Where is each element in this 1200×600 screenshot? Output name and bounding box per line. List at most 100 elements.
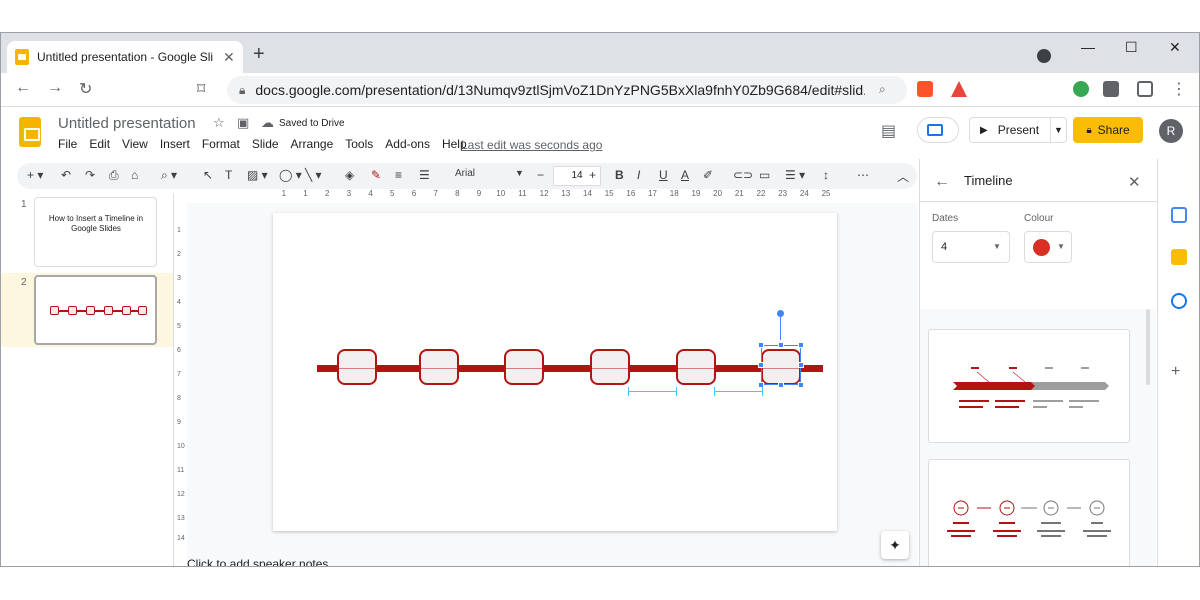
timeline-template-arrow[interactable] — [928, 329, 1130, 443]
wallet-icon[interactable] — [1137, 81, 1153, 97]
menu-insert[interactable]: Insert — [160, 137, 190, 151]
minimize-icon[interactable]: — — [1081, 39, 1095, 55]
timeline-node[interactable] — [504, 349, 544, 385]
timeline-node[interactable] — [337, 349, 377, 385]
print-icon[interactable]: ⎙ — [109, 168, 119, 183]
resize-handle[interactable] — [758, 342, 764, 348]
url-field[interactable]: 🔒︎ docs.google.com/presentation/d/13Numq… — [227, 76, 907, 104]
last-edit-link[interactable]: Last edit was seconds ago — [461, 138, 602, 152]
menu-arrange[interactable]: Arrange — [291, 137, 334, 151]
new-tab-icon[interactable]: + — [253, 43, 265, 66]
menu-tools[interactable]: Tools — [345, 137, 373, 151]
resize-handle[interactable] — [798, 362, 804, 368]
new-slide-icon[interactable]: + ▾ — [27, 168, 43, 182]
rotate-handle[interactable] — [777, 310, 784, 317]
timeline-node[interactable] — [590, 349, 630, 385]
textbox-icon[interactable]: T — [225, 168, 232, 182]
bookmark-icon[interactable]: ⌑ — [197, 79, 205, 99]
image-icon[interactable]: ▨ ▾ — [247, 168, 268, 182]
star-icon[interactable]: ☆ — [213, 115, 225, 131]
share-button[interactable]: 🔒︎ Share — [1073, 117, 1143, 143]
border-dash-icon[interactable]: ☰ — [419, 168, 430, 182]
timeline-template-circles[interactable] — [928, 459, 1130, 566]
resize-handle[interactable] — [758, 362, 764, 368]
paint-format-icon[interactable]: ⌂ — [131, 168, 138, 182]
keep-icon[interactable] — [1171, 249, 1187, 265]
redo-icon[interactable]: ↷ — [85, 168, 95, 182]
browser-tab[interactable]: Untitled presentation - Google Sli ✕ — [7, 41, 243, 73]
brave-shield-icon[interactable] — [917, 81, 933, 97]
move-folder-icon[interactable]: ▣ — [237, 115, 249, 131]
back-arrow-icon[interactable]: ← — [934, 173, 950, 191]
slide-thumbnail-1[interactable]: How to Insert a Timeline in Google Slide… — [34, 197, 157, 267]
slides-logo-icon[interactable] — [19, 117, 41, 147]
resize-handle[interactable] — [758, 382, 764, 388]
border-color-icon[interactable]: ✎ — [371, 168, 381, 182]
resize-handle[interactable] — [778, 382, 784, 388]
colour-select[interactable]: ▼ — [1024, 231, 1072, 263]
decrease-font-icon[interactable]: − — [537, 168, 544, 182]
resize-handle[interactable] — [798, 342, 804, 348]
brave-rewards-icon[interactable] — [951, 81, 967, 97]
present-button[interactable]: ▶ Present ▼ — [969, 117, 1067, 143]
comment-history-icon[interactable]: ▤ — [881, 121, 896, 141]
avatar[interactable]: R — [1159, 119, 1183, 143]
close-window-icon[interactable]: ✕ — [1169, 39, 1181, 56]
collapse-toolbar-icon[interactable]: ︿ — [897, 168, 909, 185]
shape-icon[interactable]: ◯ ▾ — [279, 168, 302, 182]
slide-thumbnail-2[interactable] — [34, 275, 157, 345]
select-icon[interactable]: ↖ — [203, 168, 213, 182]
reload-icon[interactable]: ↻ — [79, 79, 92, 99]
timeline-bar[interactable] — [317, 365, 823, 372]
fill-color-icon[interactable]: ◈ — [345, 168, 354, 182]
italic-icon[interactable]: I — [637, 168, 640, 182]
menu-view[interactable]: View — [122, 137, 148, 151]
menu-edit[interactable]: Edit — [89, 137, 110, 151]
line-spacing-icon[interactable]: ↕ — [823, 168, 829, 182]
add-addon-icon[interactable]: + — [1171, 363, 1187, 380]
undo-icon[interactable]: ↶ — [61, 168, 71, 182]
link-icon[interactable]: ⊂⊃ — [733, 168, 753, 182]
calendar-icon[interactable] — [1171, 207, 1187, 223]
maximize-icon[interactable]: ☐ — [1125, 39, 1138, 56]
slide-canvas[interactable] — [273, 213, 837, 531]
dates-select[interactable]: 4 ▼ — [932, 231, 1010, 263]
speaker-notes[interactable]: Click to add speaker notes — [187, 557, 328, 566]
menu-file[interactable]: File — [58, 137, 77, 151]
cloud-icon[interactable]: ☁ — [261, 115, 274, 131]
profile-icon[interactable] — [1037, 49, 1051, 63]
back-icon[interactable]: ← — [15, 79, 31, 97]
border-weight-icon[interactable]: ≡ — [395, 168, 402, 182]
comment-icon[interactable]: ▭ — [759, 168, 770, 182]
zoom-icon[interactable]: ⌕ — [879, 82, 886, 97]
menu-icon[interactable]: ⋮ — [1171, 79, 1187, 99]
forward-icon[interactable]: → — [47, 79, 63, 97]
close-panel-icon[interactable]: ✕ — [1128, 173, 1141, 191]
panel-scrollbar[interactable] — [1146, 309, 1150, 385]
move-button[interactable] — [917, 117, 959, 143]
more-icon[interactable]: ⋯ — [857, 168, 869, 182]
font-caret-icon[interactable]: ▼ — [515, 168, 524, 178]
resize-handle[interactable] — [798, 382, 804, 388]
timeline-node[interactable] — [676, 349, 716, 385]
bold-icon[interactable]: B — [615, 168, 624, 182]
doc-title[interactable]: Untitled presentation — [58, 115, 196, 132]
line-icon[interactable]: ╲ ▾ — [305, 168, 322, 182]
close-tab-icon[interactable]: ✕ — [223, 49, 235, 66]
resize-handle[interactable] — [778, 342, 784, 348]
align-icon[interactable]: ☰ ▾ — [785, 168, 805, 182]
underline-icon[interactable]: U — [659, 168, 668, 182]
text-color-icon[interactable]: A — [681, 168, 689, 182]
menu-slide[interactable]: Slide — [252, 137, 279, 151]
increase-font-icon[interactable]: + — [589, 168, 596, 182]
timeline-node[interactable] — [419, 349, 459, 385]
explore-button[interactable]: ✦ — [881, 531, 909, 559]
grammarly-icon[interactable] — [1073, 81, 1089, 97]
present-caret-icon[interactable]: ▼ — [1054, 125, 1063, 135]
highlight-icon[interactable]: ✐ — [703, 168, 713, 182]
tasks-icon[interactable] — [1171, 293, 1187, 309]
zoom-icon[interactable]: ⌕ ▾ — [161, 168, 177, 183]
menu-addons[interactable]: Add-ons — [385, 137, 430, 151]
extensions-icon[interactable] — [1103, 81, 1119, 97]
menu-format[interactable]: Format — [202, 137, 240, 151]
